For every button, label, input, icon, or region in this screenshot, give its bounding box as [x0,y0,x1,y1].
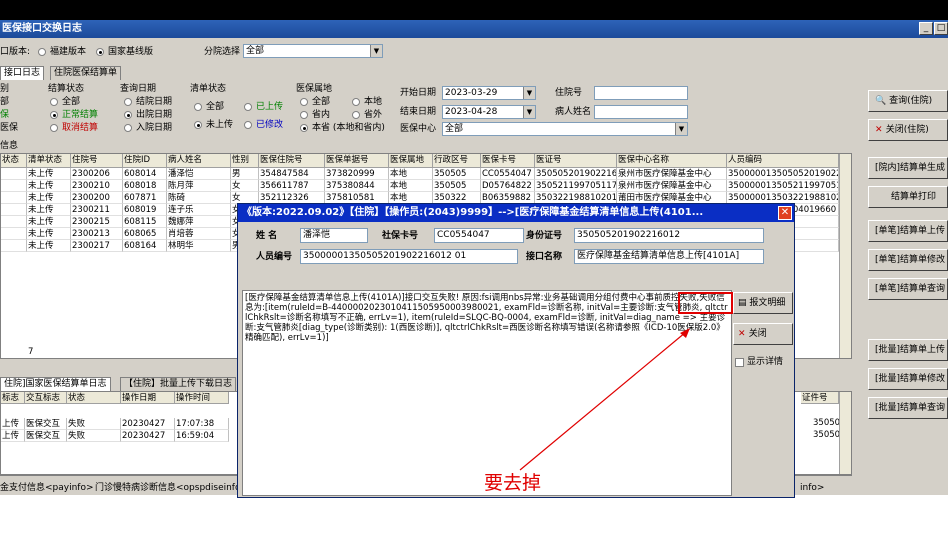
annotation-text: 要去掉 [484,472,542,494]
annotation-arrow [519,328,690,471]
